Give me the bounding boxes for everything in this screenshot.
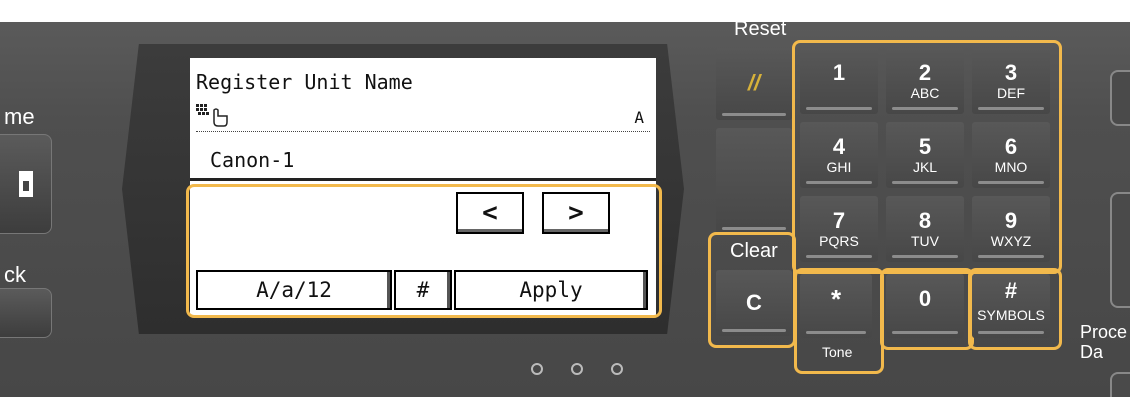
hand-pointer-icon xyxy=(196,102,232,132)
key-6[interactable]: 6 MNO xyxy=(972,122,1050,188)
home-label-partial: me xyxy=(4,104,35,129)
key-4-number: 4 xyxy=(832,134,846,159)
indicator-dot xyxy=(571,363,583,375)
key-4-letters: GHI xyxy=(826,159,852,175)
key-6-letters: MNO xyxy=(994,159,1028,175)
softkey-highlight xyxy=(186,184,662,318)
key-0-number: 0 xyxy=(918,286,932,311)
key-star[interactable]: * xyxy=(800,274,872,338)
key-1[interactable]: 1 xyxy=(800,48,878,114)
panel-top-edge xyxy=(0,0,1130,22)
key-5-number: 5 xyxy=(918,134,932,159)
hash-label: # xyxy=(1004,278,1018,303)
key-2-letters: ABC xyxy=(910,85,940,101)
processing-data-label-partial: Proce Da xyxy=(1080,322,1128,362)
key-2[interactable]: 2 ABC xyxy=(886,48,964,114)
key-3-number: 3 xyxy=(1004,60,1018,85)
control-panel: me ck Register Unit Name A Canon-1 < > A… xyxy=(0,0,1130,397)
key-6-number: 6 xyxy=(1004,134,1018,159)
home-icon xyxy=(19,171,33,197)
key-0[interactable]: 0 xyxy=(886,274,964,338)
home-button[interactable] xyxy=(0,134,52,234)
clear-label: Clear xyxy=(730,240,778,262)
key-5-letters: JKL xyxy=(912,159,938,175)
right-panel-button-top[interactable] xyxy=(1110,70,1130,126)
key-9-letters: WXYZ xyxy=(990,233,1032,249)
screen-title: Register Unit Name xyxy=(196,70,413,94)
right-panel-button-middle[interactable] xyxy=(1110,192,1130,308)
key-2-number: 2 xyxy=(918,60,932,85)
clear-key-label: C xyxy=(746,290,762,315)
input-mode-indicator: A xyxy=(634,108,644,127)
key-8-letters: TUV xyxy=(911,233,939,249)
key-hash[interactable]: # SYMBOLS xyxy=(972,274,1050,338)
star-label: * xyxy=(830,284,842,314)
key-1-number: 1 xyxy=(832,60,846,85)
blank-key xyxy=(716,128,792,234)
key-7-number: 7 xyxy=(832,208,846,233)
reset-label: Reset xyxy=(734,18,787,40)
key-7[interactable]: 7 PQRS xyxy=(800,196,878,262)
key-3[interactable]: 3 DEF xyxy=(972,48,1050,114)
symbols-label: SYMBOLS xyxy=(977,307,1045,323)
unit-name-field[interactable]: Canon-1 xyxy=(210,148,294,172)
key-5[interactable]: 5 JKL xyxy=(886,122,964,188)
right-panel-button-bottom[interactable] xyxy=(1110,372,1130,397)
reset-button[interactable]: // xyxy=(716,48,792,120)
key-4[interactable]: 4 GHI xyxy=(800,122,878,188)
key-9-number: 9 xyxy=(1004,208,1018,233)
clear-button[interactable]: C xyxy=(716,270,792,336)
tone-label: Tone xyxy=(822,344,853,360)
key-8[interactable]: 8 TUV xyxy=(886,196,964,262)
dotted-separator xyxy=(196,131,650,132)
reset-icon: // xyxy=(747,70,761,95)
back-button[interactable] xyxy=(0,288,52,338)
separator xyxy=(190,178,656,181)
back-label-partial: ck xyxy=(4,262,26,287)
key-9[interactable]: 9 WXYZ xyxy=(972,196,1050,262)
key-3-letters: DEF xyxy=(997,85,1025,101)
indicator-dot xyxy=(531,363,543,375)
key-8-number: 8 xyxy=(918,208,932,233)
key-7-letters: PQRS xyxy=(819,233,859,249)
indicator-dot xyxy=(611,363,623,375)
